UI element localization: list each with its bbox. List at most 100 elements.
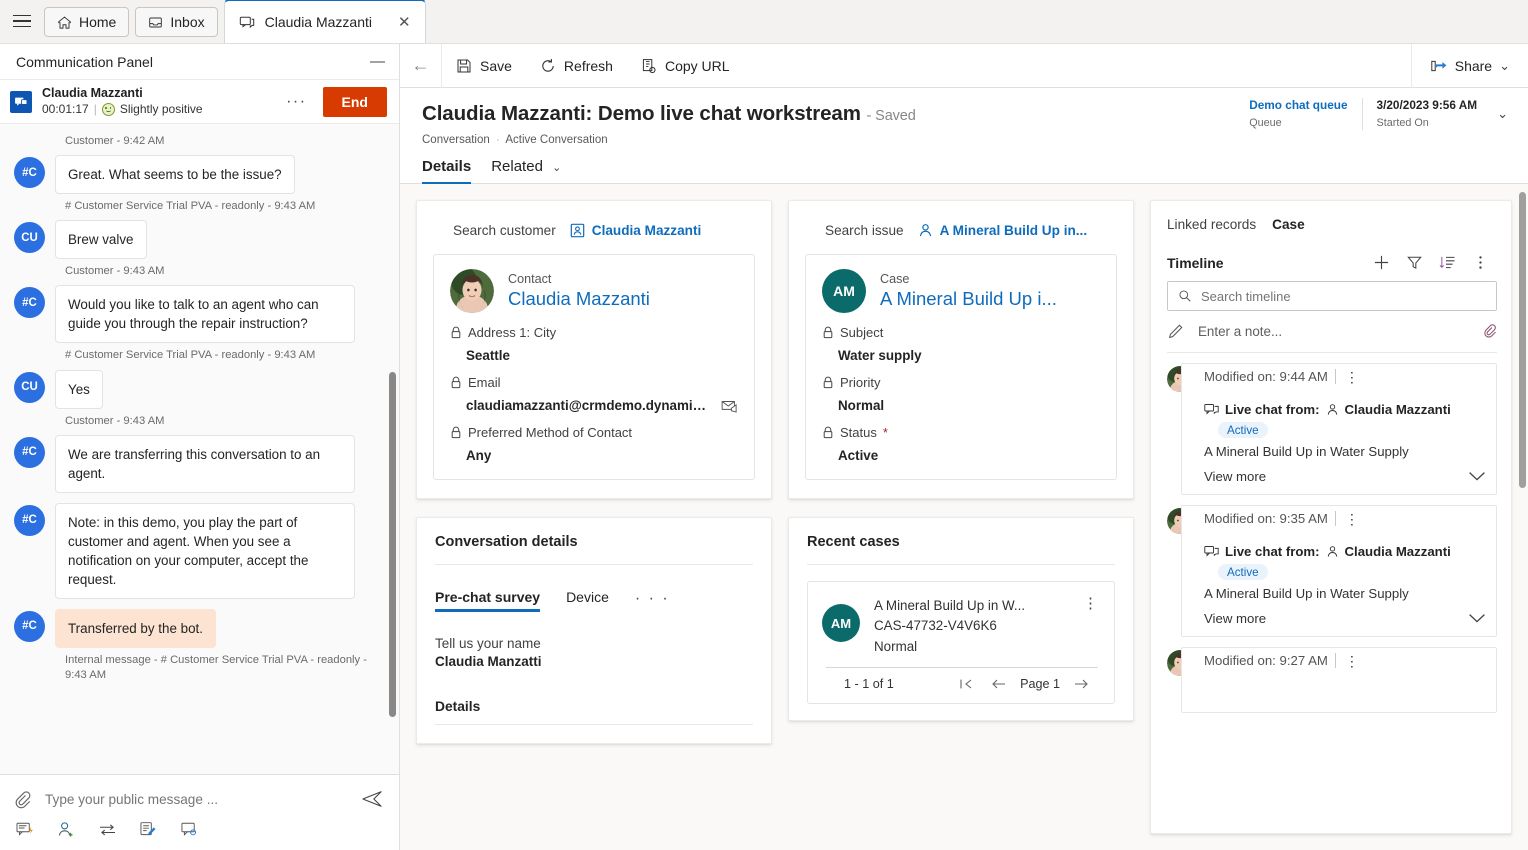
recent-case-more-icon[interactable]: ⋮ — [1079, 596, 1102, 611]
minimize-icon[interactable]: — — [370, 54, 385, 69]
timeline-item-subject: A Mineral Build Up in Water Supply — [1204, 444, 1409, 459]
add-agent-icon[interactable] — [57, 821, 76, 838]
chat-transcript[interactable]: Customer - 9:42 AM #C Great. What seems to… — [0, 124, 399, 774]
message-avatar: #C — [14, 436, 45, 468]
timeline-item-more-icon[interactable]: ⋮ — [1336, 512, 1368, 526]
search-issue-row: Search issue A Mineral Build Up in... — [789, 201, 1133, 238]
timeline-item-source: Live chat from: Claudia Mazzanti — [1204, 402, 1486, 417]
timeline-item-person: Claudia Mazzanti — [1344, 402, 1451, 417]
end-session-button[interactable]: End — [322, 86, 387, 117]
tab-device[interactable]: Device — [566, 589, 609, 612]
add-icon[interactable] — [1365, 254, 1398, 271]
timeline-item[interactable]: Modified on: 9:27 AM ⋮ — [1167, 647, 1497, 713]
recent-case-item[interactable]: AM A Mineral Build Up in W... CAS-47732-… — [807, 581, 1115, 705]
send-icon[interactable] — [361, 789, 383, 809]
timeline-item-source: Live chat from: Claudia Mazzanti — [1204, 544, 1486, 559]
view-more-button[interactable]: View more — [1204, 469, 1486, 484]
field: Subject Water supply — [822, 325, 1100, 363]
paperclip-icon[interactable] — [14, 790, 31, 809]
email-icon[interactable] — [721, 399, 738, 413]
timeline-scrollbar[interactable] — [1519, 192, 1526, 488]
sort-icon[interactable] — [1431, 254, 1464, 271]
chat-scrollbar[interactable] — [389, 372, 396, 717]
conversation-details-overflow-icon[interactable]: · · · — [635, 590, 670, 612]
view-more-label: View more — [1204, 611, 1267, 626]
header-field-queue-value[interactable]: Demo chat queue — [1249, 98, 1347, 114]
timeline-item-source-label: Live chat from: — [1225, 544, 1320, 559]
save-button[interactable]: Save — [442, 44, 526, 88]
share-button[interactable]: Share ⌄ — [1410, 43, 1528, 88]
message-bubble: Great. What seems to be the issue? — [55, 155, 295, 195]
copy-url-button[interactable]: Copy URL — [627, 44, 744, 88]
timeline-item[interactable]: Modified on: 9:35 AM ⋮ Live chat from: Clau… — [1167, 505, 1497, 637]
field-value: Water supply — [822, 348, 1100, 363]
copy-url-icon — [641, 58, 657, 74]
contact-name-link[interactable]: Claudia Mazzanti — [508, 287, 650, 310]
case-card-header: AM Case A Mineral Build Up i... — [822, 269, 1100, 313]
case-initials-avatar: AM — [822, 269, 866, 313]
recent-cases-title: Recent cases — [807, 534, 900, 550]
search-customer-label: Search customer — [453, 223, 556, 238]
timeline-item-more-icon[interactable]: ⋮ — [1336, 370, 1368, 384]
search-issue-value[interactable]: A Mineral Build Up in... — [918, 223, 1088, 238]
paperclip-icon[interactable] — [1482, 323, 1497, 340]
transfer-icon[interactable] — [98, 822, 117, 837]
more-icon[interactable] — [1464, 254, 1497, 271]
field-value: Normal — [822, 398, 1100, 413]
search-issue-text: A Mineral Build Up in... — [939, 223, 1088, 238]
tab-details[interactable]: Details — [422, 158, 472, 184]
communication-panel-title: Communication Panel — [16, 53, 153, 70]
tab-inbox[interactable]: Inbox — [135, 7, 218, 37]
back-button[interactable]: ← — [400, 43, 442, 88]
tab-active-label: Claudia Mazzanti — [264, 14, 372, 30]
hamburger-menu-icon[interactable] — [0, 0, 44, 43]
message-meta: Customer - 9:42 AM — [65, 135, 165, 147]
timeline-item-more-icon[interactable]: ⋮ — [1336, 654, 1368, 668]
contact-lookup-icon — [570, 223, 585, 238]
field: Status * Active — [822, 425, 1100, 463]
case-name-link[interactable]: A Mineral Build Up i... — [880, 287, 1057, 310]
contact-card: Contact Claudia Mazzanti Address 1: City… — [433, 254, 755, 480]
search-timeline-input[interactable] — [1201, 288, 1486, 304]
linked-records-value[interactable]: Case — [1272, 217, 1305, 232]
tab-claudia-mazzanti[interactable]: Claudia Mazzanti ✕ — [223, 0, 426, 43]
close-icon[interactable]: ✕ — [398, 13, 411, 31]
lock-icon — [450, 326, 462, 339]
session-more-icon[interactable]: ··· — [280, 93, 312, 111]
note-placeholder: Enter a note... — [1198, 324, 1283, 339]
filter-icon[interactable] — [1398, 254, 1431, 271]
contact-entity-type: Contact — [508, 271, 552, 286]
timeline-item[interactable]: Modified on: 9:44 AM ⋮ Live chat from: Clau… — [1167, 363, 1497, 495]
record-header: Claudia Mazzanti: Demo live chat workstr… — [400, 88, 1528, 146]
message-avatar: CU — [14, 371, 45, 403]
divider — [435, 564, 753, 565]
notes-icon[interactable] — [139, 821, 158, 838]
field-value-text: Normal — [838, 398, 885, 413]
refresh-button[interactable]: Refresh — [526, 44, 627, 88]
recent-case-row: AM A Mineral Build Up in W... CAS-47732-… — [822, 596, 1102, 657]
chat-channel-icon — [10, 90, 32, 113]
view-more-label: View more — [1204, 469, 1267, 484]
tab-pre-chat-survey[interactable]: Pre-chat survey — [435, 589, 541, 612]
pager-first-icon[interactable] — [950, 678, 982, 690]
header-field-queue[interactable]: Demo chat queue Queue — [1235, 98, 1361, 130]
quick-replies-icon[interactable] — [16, 821, 35, 838]
view-more-button[interactable]: View more — [1204, 611, 1486, 626]
pager-prev-icon[interactable] — [982, 678, 1016, 690]
timeline-item-header: Modified on: 9:27 AM ⋮ — [1204, 653, 1486, 668]
chevron-down-icon[interactable]: ⌄ — [1499, 58, 1510, 74]
field-label-text: Preferred Method of Contact — [468, 425, 633, 440]
search-customer-value[interactable]: Claudia Mazzanti — [570, 223, 701, 238]
pager-next-icon[interactable] — [1064, 678, 1098, 690]
tab-home[interactable]: Home — [44, 7, 130, 37]
timeline-item-source-label: Live chat from: — [1225, 402, 1320, 417]
consult-icon[interactable] — [180, 821, 199, 838]
tab-related-label: Related — [491, 158, 543, 175]
record-tab-strip: Details Related ⌄ — [400, 146, 1528, 184]
message-input[interactable] — [45, 791, 347, 807]
timeline-note-row[interactable]: Enter a note... — [1167, 311, 1497, 353]
header-expand-chevron-icon[interactable]: ⌄ — [1491, 106, 1514, 122]
tab-related[interactable]: Related ⌄ — [491, 158, 561, 183]
timeline-search[interactable] — [1167, 281, 1497, 311]
chat-session-icon — [239, 14, 255, 30]
